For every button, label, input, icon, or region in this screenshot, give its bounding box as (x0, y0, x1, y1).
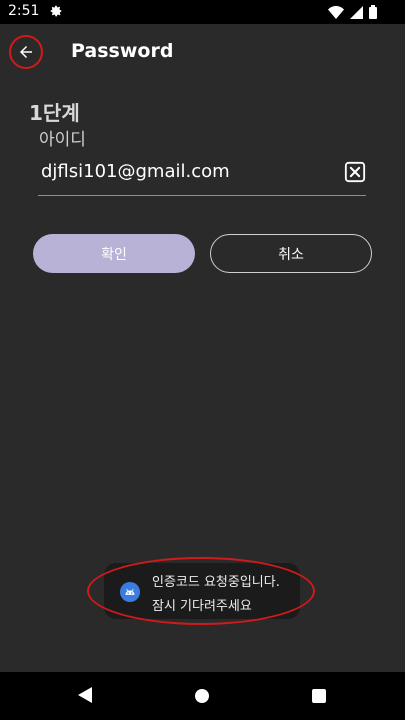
clear-box-icon[interactable] (344, 161, 366, 183)
recents-square-icon[interactable] (312, 689, 326, 703)
arrow-left-icon (20, 46, 32, 58)
status-time: 2:51 (8, 3, 40, 19)
step-label: 1단계 (29, 101, 80, 125)
wifi-icon (328, 5, 344, 19)
page-title: Password (71, 40, 174, 62)
cancel-button[interactable]: 취소 (210, 234, 372, 273)
app-bar: Password (0, 24, 405, 80)
id-value[interactable]: djflsi101@gmail.com (41, 161, 230, 182)
toast-highlight-ring (87, 557, 315, 625)
confirm-button[interactable]: 확인 (33, 234, 195, 273)
nav-bar (0, 672, 405, 720)
status-bar: 2:51 (0, 0, 405, 24)
home-circle-icon[interactable] (195, 689, 209, 703)
id-field[interactable]: djflsi101@gmail.com (38, 150, 366, 196)
status-icons (328, 5, 377, 19)
battery-icon (369, 5, 377, 19)
back-triangle-icon[interactable] (78, 687, 92, 703)
back-button[interactable] (9, 35, 43, 69)
gear-icon (50, 5, 62, 17)
signal-icon (350, 5, 363, 19)
id-label: 아이디 (39, 130, 86, 150)
